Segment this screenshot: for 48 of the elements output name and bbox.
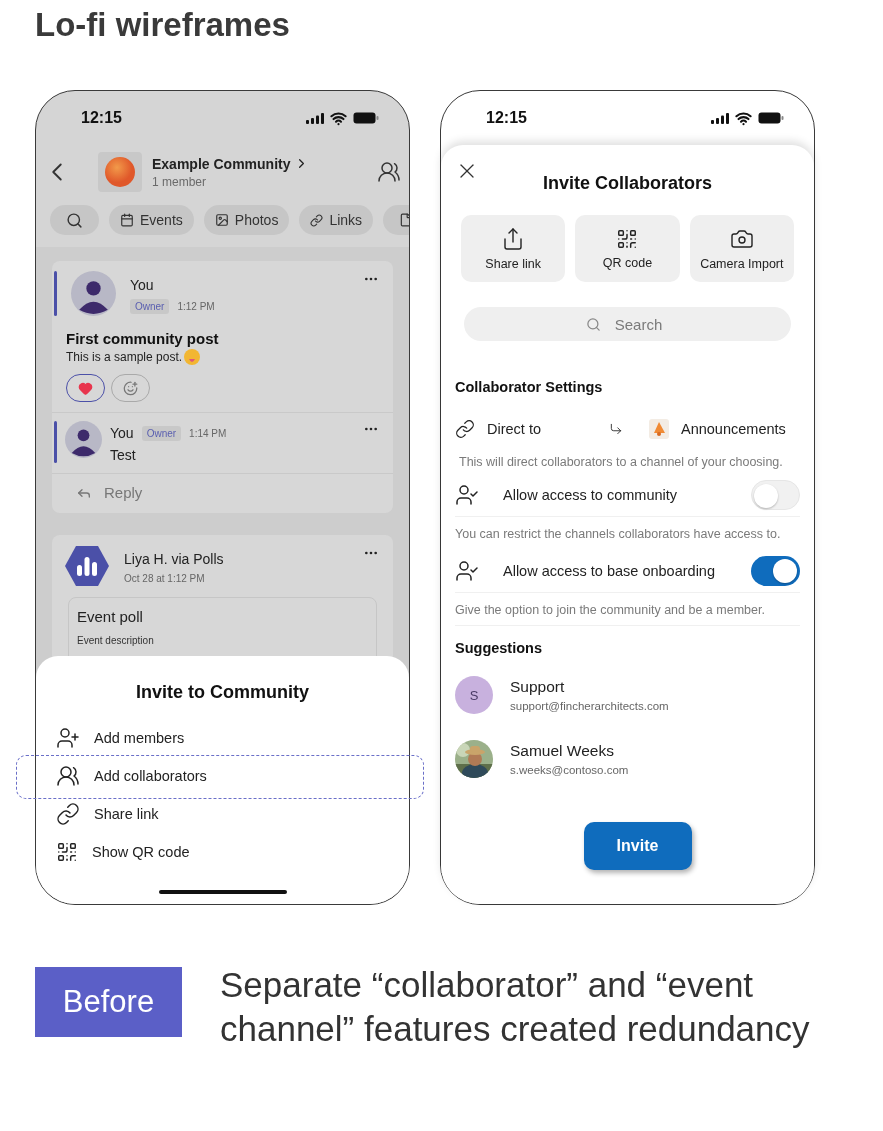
initial-avatar: S: [455, 676, 493, 714]
status-time: 12:15: [81, 109, 122, 127]
action-tile[interactable]: QR code: [575, 215, 680, 282]
person-email: s.weeks@contoso.com: [510, 764, 629, 776]
author-name: Liya H. via Polls: [124, 551, 225, 567]
section-title: Suggestions: [455, 640, 543, 656]
helper-text: You can restrict the channels collaborators have access to.: [455, 526, 782, 543]
post-time: 1:12 PM: [177, 301, 215, 312]
role-badge: Owner: [141, 425, 182, 441]
person-name: Samuel Weeks: [510, 742, 615, 760]
post-body: This is a sample post.: [66, 350, 183, 364]
invite-button[interactable]: Invite: [583, 822, 692, 870]
menu-item[interactable]: Add collaborators: [94, 768, 207, 784]
filter-chip[interactable]: Links: [299, 205, 374, 235]
person-email: support@fincherarchitects.com: [510, 700, 669, 712]
filter-chip[interactable]: Photos: [203, 205, 290, 235]
reply-text: Test: [110, 447, 137, 463]
author-name: You: [130, 277, 155, 293]
helper-text: Give the option to join the community and be a member.: [455, 602, 766, 619]
post-time: Oct 28 at 1:12 PM: [124, 573, 206, 584]
menu-item[interactable]: Add members: [94, 730, 185, 746]
menu-item[interactable]: Share link: [94, 806, 159, 822]
section-title: Collaborator Settings: [455, 379, 604, 395]
filter-chip[interactable]: Events: [109, 205, 194, 235]
sheet-title: Invite to Community: [135, 682, 310, 703]
setting-label: Allow access to base onboarding: [503, 562, 715, 579]
menu-item[interactable]: Show QR code: [92, 844, 190, 860]
before-label: Before: [35, 967, 182, 1037]
page-heading: Lo-fi wireframes: [35, 6, 291, 45]
poll-description: Event description: [77, 635, 155, 646]
person-name: Support: [510, 678, 566, 696]
poll-title: Event poll: [77, 608, 144, 625]
member-count: 1 member: [152, 174, 208, 189]
modal-title: Invite Collaborators: [543, 171, 712, 194]
direct-label: Direct to: [487, 421, 542, 437]
post-title: First community post: [65, 329, 220, 347]
author-name: You: [110, 425, 134, 441]
caption: Separate “collaborator” and “event channel” features created redundancy: [220, 964, 811, 1050]
action-tile[interactable]: Camera Import: [689, 215, 794, 282]
search-field[interactable]: Search: [464, 307, 791, 341]
status-time: 12:15: [486, 109, 527, 127]
setting-label: Allow access to community: [503, 486, 678, 503]
role-badge: Owner: [130, 299, 170, 314]
helper-text: This will direct collaborators to a channel of your choosing.: [458, 454, 784, 471]
community-name[interactable]: Example Community: [152, 155, 291, 172]
reply-time: 1:14 PM: [189, 427, 227, 439]
action-tile[interactable]: Share link: [461, 215, 566, 282]
channel-name[interactable]: Announcements: [681, 421, 786, 437]
